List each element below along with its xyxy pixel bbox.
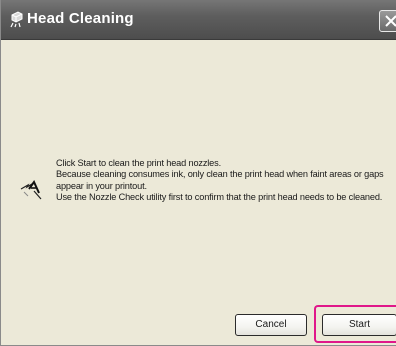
close-icon	[385, 15, 396, 27]
nozzle-cleaning-icon	[19, 177, 45, 201]
head-cleaning-dialog: Head Cleaning Click Start to clean the p…	[0, 0, 396, 346]
title-bar[interactable]: Head Cleaning	[1, 0, 396, 40]
printer-cleaning-icon	[9, 10, 25, 28]
message-line: Use the Nozzle Check utility first to co…	[56, 192, 383, 203]
close-button[interactable]	[379, 10, 396, 32]
start-button[interactable]: Start	[322, 314, 396, 336]
cancel-button[interactable]: Cancel	[235, 314, 307, 336]
window-title: Head Cleaning	[27, 10, 134, 27]
instructions-text: Click Start to clean the print head nozz…	[56, 158, 386, 204]
message-line: Click Start to clean the print head nozz…	[56, 158, 221, 168]
message-line: Because cleaning consumes ink, only clea…	[56, 169, 384, 191]
